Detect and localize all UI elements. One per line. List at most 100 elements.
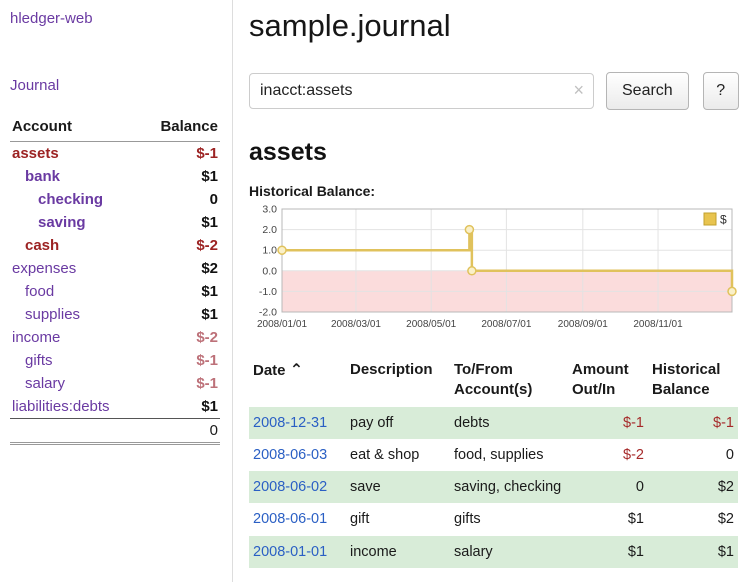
transaction-date-link[interactable]: 2008-06-02 <box>253 479 327 495</box>
account-balance: $-1 <box>141 349 220 372</box>
accounts-total-row: 0 <box>10 419 220 444</box>
account-balance: $1 <box>141 165 220 188</box>
account-name-cell: assets <box>10 142 141 166</box>
account-row: bank $1 <box>10 165 220 188</box>
account-link[interactable]: liabilities:debts <box>12 398 110 415</box>
transaction-date-cell: 2008-06-02 <box>249 471 346 503</box>
transaction-date-cell: 2008-01-01 <box>249 536 346 568</box>
account-balance: $-2 <box>141 234 220 257</box>
historical-balance-chart: 3.02.01.00.0-1.0-2.02008/01/012008/03/01… <box>249 203 739 348</box>
account-row: cash $-2 <box>10 234 220 257</box>
sidebar: hledger-web Journal Account Balance asse… <box>0 0 233 582</box>
transaction-accounts: debts <box>450 407 568 439</box>
transaction-row: 2008-01-01 income salary $1 $1 <box>249 536 738 568</box>
svg-text:2008/01/01: 2008/01/01 <box>257 319 307 330</box>
transaction-balance: $2 <box>648 503 738 535</box>
accounts-header-account: Account <box>10 114 141 142</box>
register-header-balance: Historical Balance <box>648 358 738 407</box>
search-box: × <box>249 73 594 109</box>
account-row: checking 0 <box>10 188 220 211</box>
transaction-date-link[interactable]: 2008-01-01 <box>253 544 327 560</box>
transaction-date-link[interactable]: 2008-06-03 <box>253 447 327 463</box>
account-link[interactable]: bank <box>25 168 60 185</box>
register-header-amount: Amount Out/In <box>568 358 648 407</box>
account-link[interactable]: expenses <box>12 260 76 277</box>
account-row: food $1 <box>10 280 220 303</box>
transaction-description: income <box>346 536 450 568</box>
app-window: hledger-web Journal Account Balance asse… <box>0 0 742 582</box>
svg-text:3.0: 3.0 <box>262 204 277 216</box>
account-balance: $2 <box>141 257 220 280</box>
account-row: salary $-1 <box>10 372 220 395</box>
account-balance: 0 <box>141 188 220 211</box>
transaction-description: gift <box>346 503 450 535</box>
register-header-row: Date ⌃ Description To/From Account(s) Am… <box>249 358 738 407</box>
account-link[interactable]: cash <box>25 237 59 254</box>
search-input[interactable] <box>249 73 594 109</box>
account-name-cell: liabilities:debts <box>10 395 141 419</box>
svg-text:2008/11/01: 2008/11/01 <box>633 319 683 330</box>
account-name-cell: bank <box>10 165 141 188</box>
account-link[interactable]: supplies <box>25 306 80 323</box>
account-balance: $1 <box>141 280 220 303</box>
account-name-cell: income <box>10 326 141 349</box>
transaction-date-link[interactable]: 2008-12-31 <box>253 415 327 431</box>
register-header-description: Description <box>346 358 450 407</box>
account-name-cell: cash <box>10 234 141 257</box>
transaction-row: 2008-12-31 pay off debts $-1 $-1 <box>249 407 738 439</box>
account-name-cell: checking <box>10 188 141 211</box>
svg-text:-2.0: -2.0 <box>259 307 277 319</box>
account-link[interactable]: gifts <box>25 352 53 369</box>
account-link[interactable]: food <box>25 283 54 300</box>
account-link[interactable]: checking <box>38 191 103 208</box>
svg-text:0.0: 0.0 <box>262 265 277 277</box>
transaction-date-cell: 2008-12-31 <box>249 407 346 439</box>
accounts-total-spacer <box>10 419 141 444</box>
transaction-amount: $-2 <box>568 439 648 471</box>
svg-text:2008/03/01: 2008/03/01 <box>331 319 381 330</box>
svg-text:2008/05/01: 2008/05/01 <box>406 319 456 330</box>
search-form: × Search ? <box>249 72 739 110</box>
account-link[interactable]: income <box>12 329 60 346</box>
account-name-cell: gifts <box>10 349 141 372</box>
register-header-accounts: To/From Account(s) <box>450 358 568 407</box>
transaction-amount: $1 <box>568 503 648 535</box>
svg-text:2.0: 2.0 <box>262 224 277 236</box>
transaction-date-link[interactable]: 2008-06-01 <box>253 511 327 527</box>
search-button[interactable]: Search <box>606 72 689 110</box>
account-link[interactable]: assets <box>12 145 59 162</box>
account-row: gifts $-1 <box>10 349 220 372</box>
account-balance: $1 <box>141 395 220 419</box>
account-link[interactable]: salary <box>25 375 65 392</box>
account-row: assets $-1 <box>10 142 220 166</box>
account-row: liabilities:debts $1 <box>10 395 220 419</box>
account-name-cell: saving <box>10 211 141 234</box>
clear-search-icon[interactable]: × <box>573 80 584 100</box>
account-name-cell: food <box>10 280 141 303</box>
page-title: sample.journal <box>249 8 739 44</box>
account-link[interactable]: saving <box>38 214 86 231</box>
app-title-link[interactable]: hledger-web <box>10 10 220 27</box>
register-header-date[interactable]: Date ⌃ <box>249 358 346 407</box>
transaction-date-cell: 2008-06-03 <box>249 439 346 471</box>
account-row: income $-2 <box>10 326 220 349</box>
transaction-accounts: food, supplies <box>450 439 568 471</box>
account-row: expenses $2 <box>10 257 220 280</box>
svg-text:2008/07/01: 2008/07/01 <box>481 319 531 330</box>
transaction-date-cell: 2008-06-01 <box>249 503 346 535</box>
account-balance: $-2 <box>141 326 220 349</box>
account-balance: $1 <box>141 211 220 234</box>
transaction-amount: $-1 <box>568 407 648 439</box>
journal-link[interactable]: Journal <box>10 77 220 94</box>
account-balance: $-1 <box>141 372 220 395</box>
account-balance: $-1 <box>141 142 220 166</box>
transaction-accounts: saving, checking <box>450 471 568 503</box>
transaction-balance: $2 <box>648 471 738 503</box>
account-row: supplies $1 <box>10 303 220 326</box>
transaction-balance: 0 <box>648 439 738 471</box>
accounts-total-value: 0 <box>141 419 220 444</box>
account-name-cell: supplies <box>10 303 141 326</box>
help-button[interactable]: ? <box>703 72 739 110</box>
main-content: sample.journal × Search ? assets Histori… <box>233 0 742 582</box>
account-name-cell: expenses <box>10 257 141 280</box>
